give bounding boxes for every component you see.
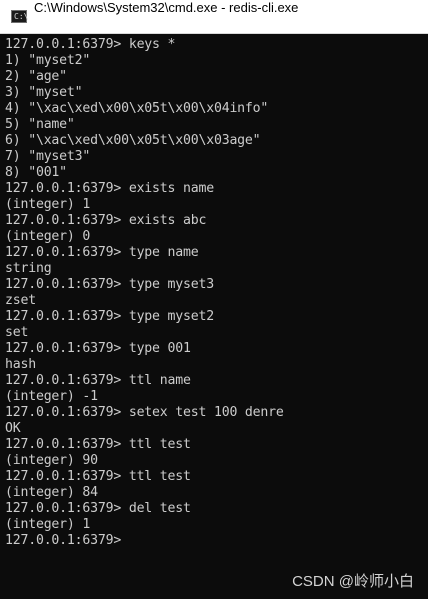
console-line: (integer) 90 <box>5 453 98 468</box>
console-line: 127.0.0.1:6379> ttl name <box>5 373 191 388</box>
watermark: CSDN @岭师小白 <box>292 573 414 590</box>
console-line: 4) "\xac\xed\x00\x05t\x00\x04info" <box>5 101 269 116</box>
console-line: set <box>5 325 29 340</box>
console-line: (integer) 84 <box>5 485 98 500</box>
console-line: OK <box>5 421 21 436</box>
console-line: 127.0.0.1:6379> exists name <box>5 181 214 196</box>
console-line: (integer) 1 <box>5 517 91 532</box>
console-line: 6) "\xac\xed\x00\x05t\x00\x03age" <box>5 133 261 148</box>
console-line: 127.0.0.1:6379> setex test 100 denre <box>5 405 284 420</box>
console-line: 1) "myset2" <box>5 53 91 68</box>
cmd-icon-glyph: C:\ <box>14 12 29 21</box>
cmd-window: C:\ C:\Windows\System32\cmd.exe - redis-… <box>0 0 428 599</box>
console-line: 8) "001" <box>5 165 67 180</box>
console-output[interactable]: 127.0.0.1:6379> keys * 1) "myset2" 2) "age… <box>0 34 428 599</box>
console-line: 127.0.0.1:6379> type 001 <box>5 341 191 356</box>
console-line: 127.0.0.1:6379> exists abc <box>5 213 207 228</box>
cmd-icon: C:\ <box>11 10 29 23</box>
console-line: 127.0.0.1:6379> <box>5 533 122 548</box>
console-line: 2) "age" <box>5 69 67 84</box>
console-line: 7) "myset3" <box>5 149 91 164</box>
console-line: 127.0.0.1:6379> type myset2 <box>5 309 214 324</box>
console-line: 127.0.0.1:6379> del test <box>5 501 191 516</box>
console-line: 127.0.0.1:6379> ttl test <box>5 469 191 484</box>
console-line: 3) "myset" <box>5 85 83 100</box>
console-line: zset <box>5 293 36 308</box>
console-line: 127.0.0.1:6379> keys * <box>5 37 176 52</box>
console-line: (integer) -1 <box>5 389 98 404</box>
console-line: (integer) 1 <box>5 197 91 212</box>
console-line: hash <box>5 357 36 372</box>
console-line: 5) "name" <box>5 117 75 132</box>
console-line: 127.0.0.1:6379> ttl test <box>5 437 191 452</box>
console-line: 127.0.0.1:6379> type myset3 <box>5 277 214 292</box>
console-line: string <box>5 261 52 276</box>
console-line: (integer) 0 <box>5 229 91 244</box>
title-bar[interactable]: C:\ C:\Windows\System32\cmd.exe - redis-… <box>0 0 428 34</box>
window-title: C:\Windows\System32\cmd.exe - redis-cli.… <box>34 0 299 15</box>
console-line: 127.0.0.1:6379> type name <box>5 245 199 260</box>
